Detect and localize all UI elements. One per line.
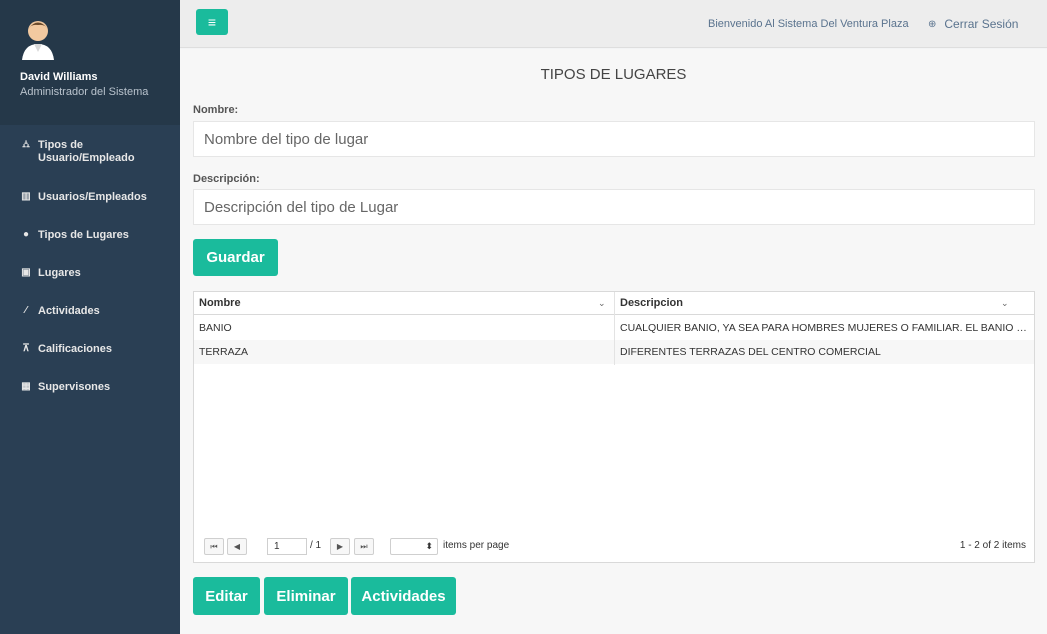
description-label: Descripción: — [193, 173, 260, 185]
flask-icon: ⊼ — [22, 343, 30, 354]
logout-link[interactable]: ⊕ Cerrar Sesión — [928, 17, 1018, 31]
page-count: / 1 — [310, 540, 322, 551]
first-page-button[interactable]: ⏮ — [204, 538, 224, 555]
sitemap-icon: ⛼ — [22, 139, 30, 150]
sidebar-item-label: Actividades — [38, 305, 100, 317]
top-navbar: ≡ Bienvenido Al Sistema Del Ventura Plaz… — [180, 0, 1047, 48]
bar-chart-icon: ▥ — [21, 191, 31, 202]
chevron-down-icon[interactable]: ⌄ — [598, 292, 606, 315]
cell-nombre: BANIO — [199, 322, 232, 334]
column-divider — [614, 292, 615, 365]
profile-role: Administrador del Sistema — [20, 86, 149, 98]
sidebar-menu: ⛼ Tipos de Usuario/Empleado ▥ Usuarios/Em… — [0, 125, 180, 394]
sidebar-item-supervisones[interactable]: ▦ Supervisones — [0, 381, 180, 394]
types-grid: Nombre ⌄ Descripcion ⌄ BANIO CUALQUIER B… — [193, 291, 1035, 563]
sidebar-item-label: Supervisones — [38, 381, 111, 393]
cell-descripcion: CUALQUIER BANIO, YA SEA PARA HOMBRES MUJ… — [620, 322, 1030, 334]
activities-button[interactable]: Actividades — [351, 577, 456, 615]
magic-wand-icon: ⁄ — [25, 305, 27, 316]
name-input[interactable] — [193, 121, 1035, 157]
save-button[interactable]: Guardar — [193, 239, 278, 276]
logout-label: Cerrar Sesión — [944, 17, 1019, 31]
sidebar-item-label: Calificaciones — [38, 343, 112, 355]
picture-icon: ▣ — [21, 267, 31, 278]
sidebar-item-calificaciones[interactable]: ⊼ Calificaciones — [0, 343, 180, 356]
last-page-button[interactable]: ⏭ — [354, 538, 374, 555]
sidebar-item-label: Tipos de Lugares — [38, 229, 129, 241]
welcome-text: Bienvenido Al Sistema Del Ventura Plaza — [708, 18, 909, 30]
pager-info: 1 - 2 of 2 items — [959, 540, 1026, 551]
next-page-button[interactable]: ▶ — [330, 538, 350, 555]
page-title: TIPOS DE LUGARES — [540, 66, 687, 83]
first-page-icon: ⏮ — [210, 541, 218, 551]
sort-arrows-icon: ⬍ — [425, 541, 433, 551]
next-page-icon: ▶ — [336, 542, 344, 551]
column-header-descripcion[interactable]: Descripcion ⌄ — [615, 292, 1034, 315]
cell-descripcion: DIFERENTES TERRAZAS DEL CENTRO COMERCIAL — [620, 346, 881, 358]
main-content: TIPOS DE LUGARES Nombre: Descripción: Gu… — [180, 49, 1047, 634]
profile-panel: David Williams Administrador del Sistema — [0, 0, 180, 125]
globe-icon: ● — [22, 229, 30, 240]
page-number-input[interactable]: 1 — [267, 538, 307, 555]
sidebar-item-label: Lugares — [38, 267, 81, 279]
page-size-select[interactable]: ⬍ — [390, 538, 438, 555]
cell-nombre: TERRAZA — [199, 346, 249, 358]
sign-out-icon: ⊕ — [928, 18, 937, 30]
column-header-label: Nombre — [199, 297, 241, 309]
prev-page-button[interactable]: ◀ — [227, 538, 247, 555]
items-per-page-label: items per page — [443, 540, 510, 551]
last-page-icon: ⏭ — [360, 541, 368, 551]
menu-toggle-button[interactable]: ≡ — [196, 9, 228, 35]
delete-button[interactable]: Eliminar — [264, 577, 348, 615]
hamburger-icon: ≡ — [207, 14, 217, 30]
sidebar-item-label-line2: Usuario/Empleado — [38, 152, 135, 164]
sidebar-item-lugares[interactable]: ▣ Lugares — [0, 267, 180, 280]
sidebar-item-label: Usuarios/Empleados — [38, 191, 147, 203]
description-input[interactable] — [193, 189, 1035, 225]
edit-button[interactable]: Editar — [193, 577, 260, 615]
sidebar-item-label-line1: Tipos de — [38, 139, 84, 151]
sidebar-item-actividades[interactable]: ⁄ Actividades — [0, 305, 180, 318]
chevron-down-icon[interactable]: ⌄ — [1001, 292, 1009, 315]
profile-name: David Williams — [20, 71, 98, 83]
prev-page-icon: ◀ — [233, 542, 241, 551]
sidebar-item-tipos-usuario[interactable]: ⛼ Tipos de Usuario/Empleado — [0, 139, 180, 167]
column-header-label: Descripcion — [620, 297, 683, 309]
grid-pager: ⏮ ◀ 1 / 1 ▶ ⏭ ⬍ items per page 1 - 2 of … — [194, 538, 1034, 562]
name-label: Nombre: — [193, 104, 239, 116]
avatar — [22, 21, 54, 60]
column-header-nombre[interactable]: Nombre ⌄ — [194, 292, 614, 315]
sidebar-item-tipos-lugares[interactable]: ● Tipos de Lugares — [0, 229, 180, 242]
sidebar-item-usuarios[interactable]: ▥ Usuarios/Empleados — [0, 191, 180, 204]
sidebar-item-label: Tipos de Usuario/Empleado — [38, 139, 135, 165]
sidebar: David Williams Administrador del Sistema… — [0, 0, 180, 634]
table-icon: ▦ — [21, 381, 31, 392]
